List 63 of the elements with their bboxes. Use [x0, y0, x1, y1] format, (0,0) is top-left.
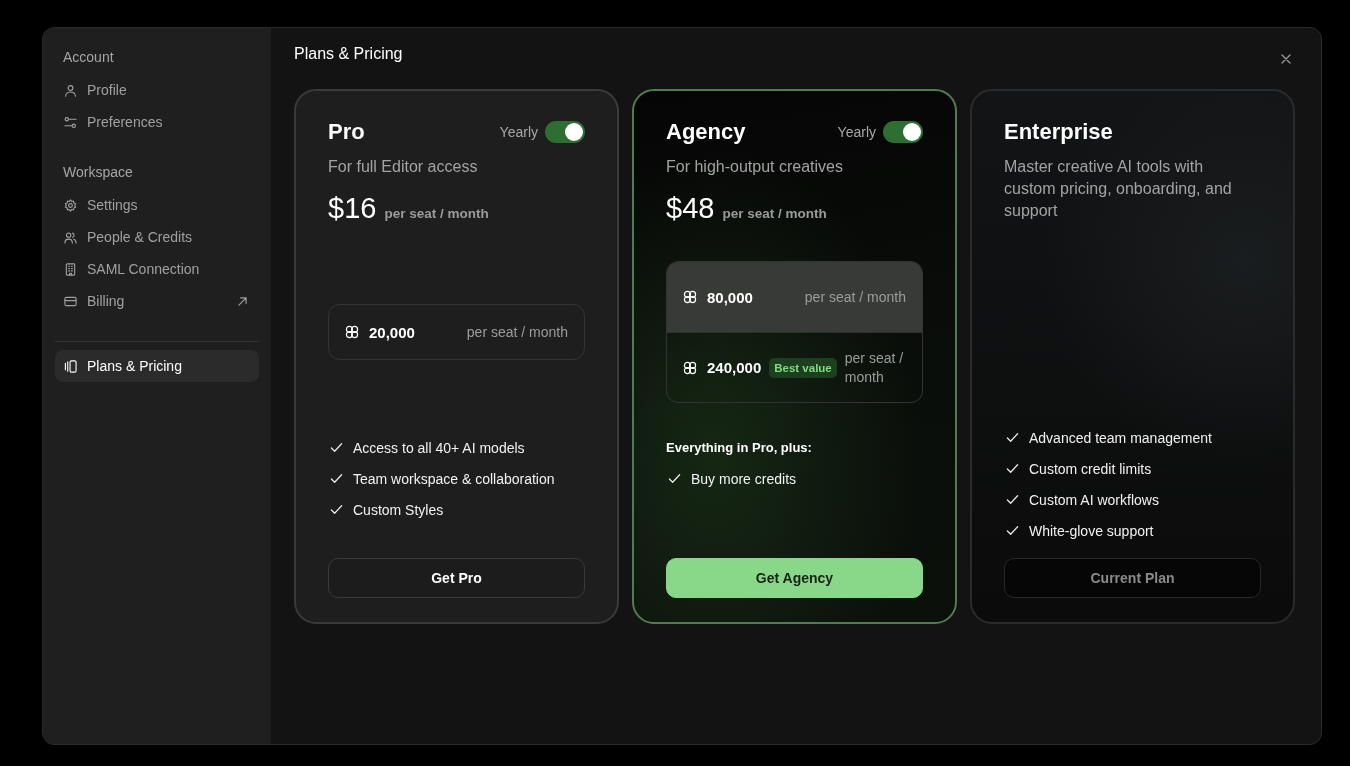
value-badge: Best value	[769, 357, 837, 378]
feature-text: Buy more credits	[691, 470, 797, 487]
person-icon	[64, 83, 77, 97]
check-icon	[330, 503, 343, 516]
plan-price: $48	[666, 191, 715, 226]
plan-title: Agency	[666, 118, 746, 146]
credit-amount: 240,000	[707, 359, 762, 376]
credit-option[interactable]: 80,000 per seat / month	[667, 262, 922, 332]
toggle-label: Yearly	[837, 124, 876, 140]
credit-option[interactable]: 20,000 per seat / month	[329, 305, 584, 359]
credit-unit: per seat / month	[466, 322, 568, 342]
people-icon	[64, 230, 77, 244]
gear-icon	[64, 198, 77, 212]
card-icon	[64, 294, 77, 308]
feature-text: Team workspace & collaboration	[353, 470, 555, 487]
plan-description: For full Editor access	[328, 157, 479, 177]
dialog-title: Plans & Pricing	[294, 44, 403, 64]
plan-description: For high-output creatives	[666, 157, 844, 177]
plan-title: Pro	[328, 118, 365, 146]
sidebar-item[interactable]: Preferences	[55, 106, 259, 138]
check-icon	[668, 472, 681, 485]
plan-description: Master creative AI tools with custom pricing, onboarding, and support	[1004, 157, 1233, 221]
price-unit: per seat / month	[722, 205, 827, 223]
feature-text: Access to all 40+ AI models	[353, 439, 525, 456]
sidebar-item[interactable]: Plans & Pricing	[55, 350, 259, 382]
panels-icon	[64, 359, 77, 373]
check-icon	[330, 441, 343, 454]
check-icon	[1006, 524, 1019, 537]
close-icon	[1281, 54, 1291, 64]
building-icon	[64, 262, 77, 276]
plan-button[interactable]: Get Pro	[328, 558, 585, 598]
plan-button[interactable]: Get Agency	[666, 558, 923, 598]
sidebar-item[interactable]: People & Credits	[55, 221, 259, 253]
feature-text: White-glove support	[1029, 522, 1154, 539]
check-icon	[330, 472, 343, 485]
feature-text: Advanced team management	[1029, 429, 1212, 446]
feature-text: Custom Styles	[353, 501, 444, 518]
credit-unit: per seat / month	[804, 287, 906, 307]
clover-icon	[683, 360, 697, 375]
sliders-icon	[64, 115, 77, 129]
toggle-label: Yearly	[499, 124, 538, 140]
sidebar-item[interactable]: SAML Connection	[55, 253, 259, 285]
check-icon	[1006, 431, 1019, 444]
plan-price: $16	[328, 191, 377, 226]
clover-icon	[345, 325, 359, 339]
clover-icon	[683, 290, 697, 304]
section-heading: Account	[62, 48, 115, 67]
sidebar-item[interactable]: Profile	[55, 74, 259, 106]
credit-unit: per seat / month	[844, 348, 905, 387]
sidebar-item[interactable]: Billing	[55, 285, 259, 317]
section-heading: Workspace	[62, 163, 134, 182]
sidebar-item[interactable]: Settings	[55, 189, 259, 221]
price-unit: per seat / month	[384, 205, 489, 223]
features-heading: Everything in Pro, plus:	[666, 439, 813, 457]
toggle-switch[interactable]	[545, 121, 585, 143]
feature-text: Custom AI workflows	[1029, 491, 1159, 508]
credit-amount: 80,000	[707, 288, 753, 306]
check-icon	[1006, 462, 1019, 475]
credit-amount: 20,000	[369, 323, 415, 341]
plan-title: Enterprise	[1004, 118, 1113, 146]
check-icon	[1006, 493, 1019, 506]
feature-text: Custom credit limits	[1029, 460, 1152, 477]
toggle-switch[interactable]	[883, 121, 923, 143]
